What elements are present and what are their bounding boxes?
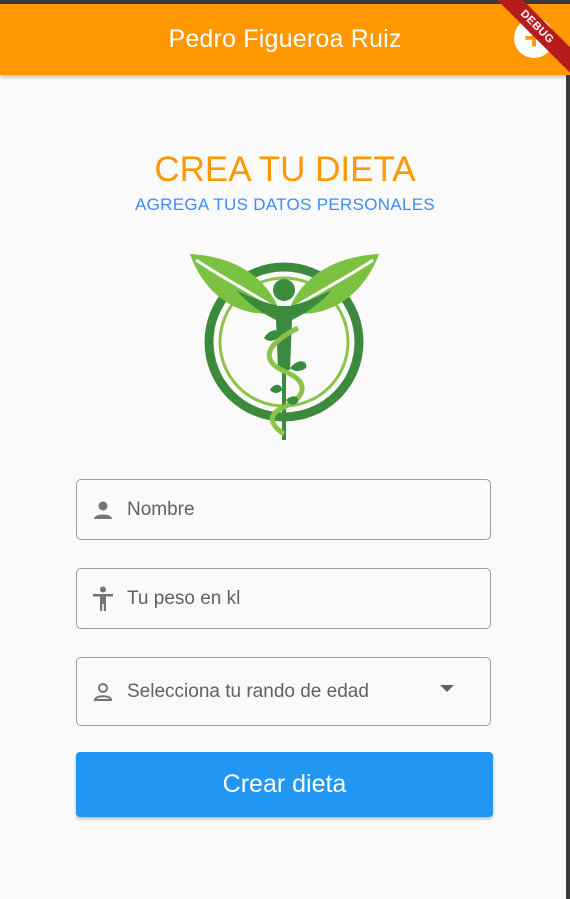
page-title: CREA TU DIETA <box>154 150 416 189</box>
health-logo-icon <box>190 254 379 440</box>
dropdown-arrow-icon[interactable] <box>440 685 454 692</box>
name-placeholder: Nombre <box>127 498 195 520</box>
person-outline-icon <box>89 678 117 706</box>
page-subtitle: AGREGA TUS DATOS PERSONALES <box>134 195 436 214</box>
create-diet-button[interactable]: Crear dieta <box>76 752 493 817</box>
age-select[interactable]: Selecciona tu rando de edad <box>76 657 491 726</box>
weight-field[interactable]: Tu peso en kl <box>76 568 491 629</box>
app-bar-title: Pedro Figueroa Ruiz <box>168 25 402 53</box>
weight-placeholder: Tu peso en kl <box>127 587 241 609</box>
app-bar: Pedro Figueroa Ruiz <box>0 4 570 75</box>
name-field[interactable]: Nombre <box>76 479 491 540</box>
person-icon <box>89 496 117 524</box>
accessibility-icon <box>89 585 117 613</box>
age-placeholder: Selecciona tu rando de edad <box>127 680 369 702</box>
